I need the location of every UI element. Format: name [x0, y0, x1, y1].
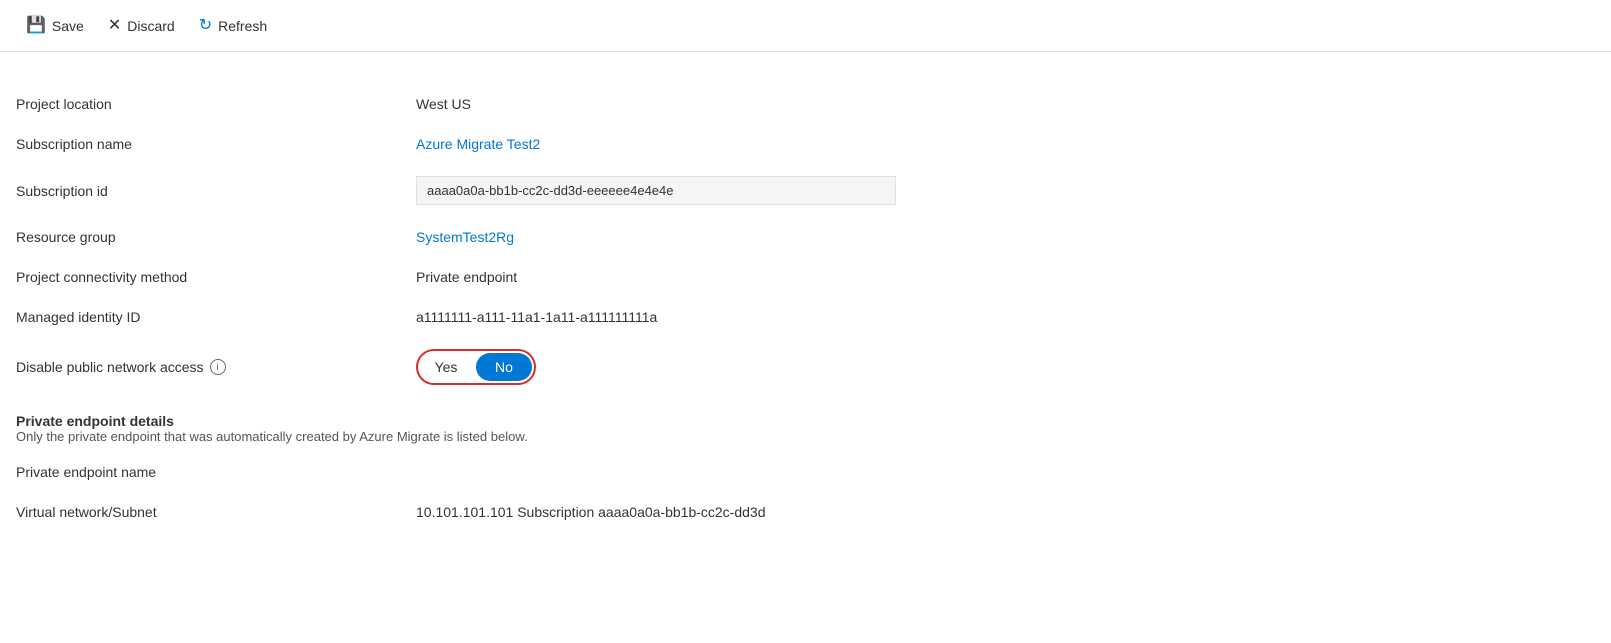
resource-group-label: Resource group: [16, 217, 416, 257]
connectivity-method-value: Private endpoint: [416, 257, 1595, 297]
subscription-id-label: Subscription id: [16, 164, 416, 217]
private-endpoint-name-value: [416, 452, 1595, 492]
subscription-name-label: Subscription name: [16, 124, 416, 164]
discard-icon: ✕: [108, 18, 121, 34]
project-location-label: Project location: [16, 84, 416, 124]
discard-button[interactable]: ✕ Discard: [98, 12, 185, 40]
virtual-network-label: Virtual network/Subnet: [16, 492, 416, 532]
save-label: Save: [52, 18, 84, 34]
toggle-yes-no: Yes No: [416, 349, 536, 385]
disable-public-network-label: Disable public network access i: [16, 337, 416, 397]
private-endpoint-description: Only the private endpoint that was autom…: [16, 429, 1595, 448]
private-endpoint-name-label: Private endpoint name: [16, 452, 416, 492]
toggle-container-wrapper: Yes No: [416, 337, 1595, 397]
refresh-icon: ↻: [199, 18, 212, 34]
subscription-name-value[interactable]: Azure Migrate Test2: [416, 124, 1595, 164]
connectivity-method-label: Project connectivity method: [16, 257, 416, 297]
toggle-no-button[interactable]: No: [476, 353, 532, 381]
discard-label: Discard: [127, 18, 174, 34]
resource-group-value[interactable]: SystemTest2Rg: [416, 217, 1595, 257]
content-area: Project location West US Subscription na…: [0, 52, 1611, 564]
private-endpoint-title: Private endpoint details: [16, 413, 1595, 429]
refresh-button[interactable]: ↻ Refresh: [189, 12, 277, 40]
save-icon: 💾: [26, 18, 46, 34]
form-grid: Project location West US Subscription na…: [16, 84, 1595, 532]
project-location-value: West US: [416, 84, 1595, 124]
subscription-id-value: aaaa0a0a-bb1b-cc2c-dd3d-eeeeee4e4e4e: [416, 164, 1595, 217]
toggle-yes-button[interactable]: Yes: [418, 353, 474, 381]
refresh-label: Refresh: [218, 18, 267, 34]
info-icon[interactable]: i: [210, 359, 226, 375]
save-button[interactable]: 💾 Save: [16, 12, 94, 40]
subscription-id-box: aaaa0a0a-bb1b-cc2c-dd3d-eeeeee4e4e4e: [416, 176, 896, 205]
virtual-network-value: 10.101.101.101 Subscription aaaa0a0a-bb1…: [416, 492, 1595, 532]
managed-identity-label: Managed identity ID: [16, 297, 416, 337]
managed-identity-value: a1111111-a111-11a1-1a11-a111111111a: [416, 297, 1595, 337]
private-endpoint-section-header: Private endpoint details Only the privat…: [16, 397, 1595, 452]
toolbar: 💾 Save ✕ Discard ↻ Refresh: [0, 0, 1611, 52]
